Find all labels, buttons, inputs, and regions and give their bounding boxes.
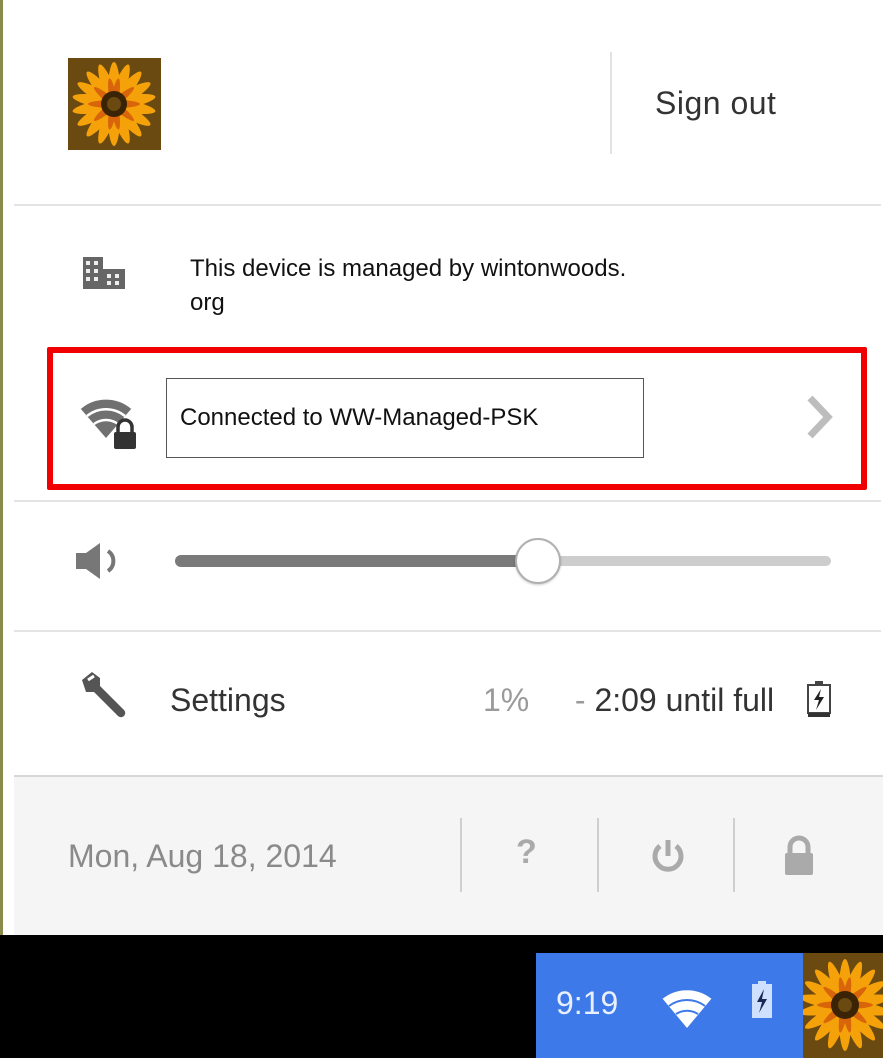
- separator: [14, 500, 881, 502]
- date-label: Mon, Aug 18, 2014: [68, 838, 337, 874]
- divider: [460, 818, 462, 892]
- battery-percent: 1%: [483, 682, 530, 718]
- divider: [610, 52, 612, 154]
- divider: [597, 818, 599, 892]
- help-button[interactable]: ?: [516, 833, 537, 872]
- building-icon: [83, 257, 125, 294]
- window-edge: [0, 0, 3, 935]
- tray-user-avatar[interactable]: [799, 953, 883, 1058]
- chevron-right-icon[interactable]: [806, 394, 834, 445]
- battery-charging-icon: [806, 681, 832, 722]
- power-icon[interactable]: [648, 836, 688, 881]
- sign-out-button[interactable]: Sign out: [655, 85, 776, 122]
- wrench-icon: [78, 670, 130, 727]
- wifi-lock-icon: [78, 394, 140, 455]
- divider: [733, 818, 735, 892]
- lock-icon[interactable]: [782, 835, 816, 882]
- settings-button[interactable]: Settings: [170, 682, 286, 719]
- tray-clock[interactable]: 9:19: [556, 985, 618, 1022]
- managed-device-notice[interactable]: This device is managed by wintonwoods. o…: [190, 252, 750, 320]
- wifi-icon[interactable]: [660, 988, 714, 1035]
- separator: [14, 204, 881, 206]
- volume-track-empty[interactable]: [539, 556, 831, 566]
- separator: [14, 630, 881, 632]
- network-status[interactable]: Connected to WW-Managed-PSK: [180, 404, 538, 432]
- tray-battery-icon[interactable]: [752, 981, 772, 1024]
- user-avatar: [68, 58, 161, 150]
- speaker-icon[interactable]: [76, 541, 122, 586]
- volume-slider-thumb[interactable]: [515, 538, 561, 584]
- battery-time: - 2:09 until full: [566, 682, 775, 718]
- volume-track-filled[interactable]: [175, 555, 539, 567]
